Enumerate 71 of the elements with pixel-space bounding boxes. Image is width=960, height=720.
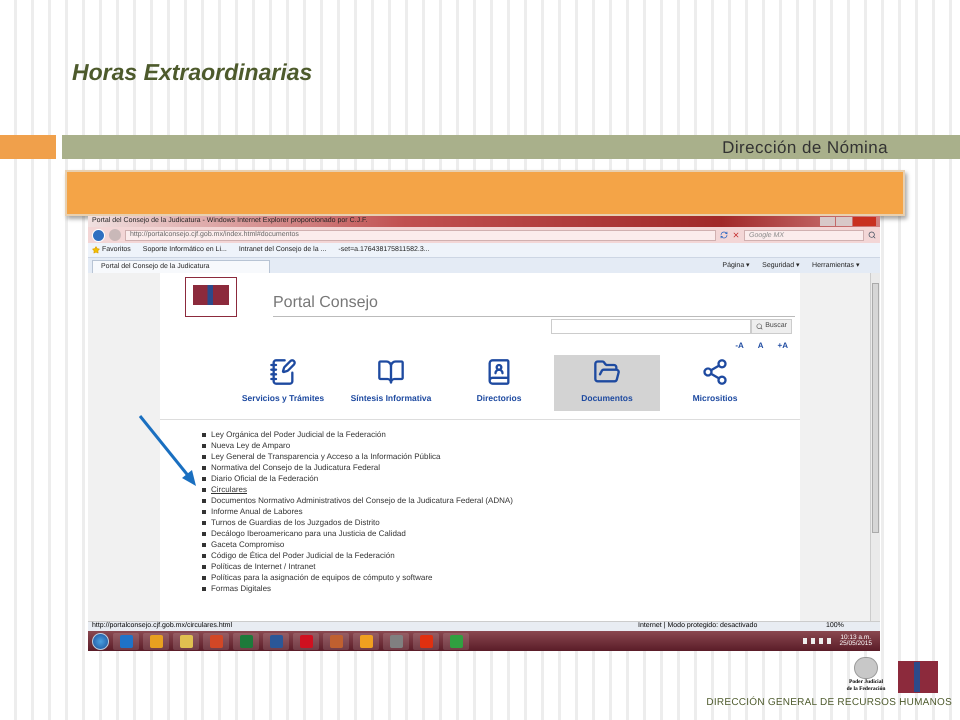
document-item[interactable]: Diario Oficial de la Federación [211, 472, 318, 484]
search-icon[interactable] [868, 231, 876, 239]
nav-icon [377, 358, 405, 386]
bullet-icon [202, 520, 206, 524]
nav-label: Servicios y Trámites [242, 392, 324, 405]
forward-button[interactable] [109, 229, 121, 241]
nav-label: Micrositios [692, 392, 738, 405]
nav-label: Síntesis Informativa [350, 392, 432, 405]
slide-title: Horas Extraordinarias [72, 58, 312, 88]
stop-icon[interactable] [732, 231, 740, 239]
nav-label: Documentos [581, 392, 633, 405]
document-item[interactable]: Código de Ética del Poder Judicial de la Federación [211, 550, 395, 562]
taskbar-app-icon[interactable] [353, 632, 379, 650]
document-item[interactable]: Ley Orgánica del Poder Judicial de la Federación [211, 428, 386, 440]
document-item[interactable]: Normativa del Consejo de la Judicatura Federal [211, 462, 380, 474]
bullet-icon [202, 564, 206, 568]
taskbar-app-icon[interactable] [323, 632, 349, 650]
document-item[interactable]: Documentos Normativo Administrativos del Consejo de la Judicatura Federal (ADNA) [211, 494, 513, 506]
font-size-link[interactable]: A [758, 340, 764, 352]
taskbar-app-icon[interactable] [173, 632, 199, 650]
nav-icon [701, 358, 729, 386]
slide-subtitle: Dirección de Nómina [722, 138, 888, 156]
document-item[interactable]: Turnos de Guardias de los Juzgados de Distrito [211, 516, 380, 528]
taskbar-app-icon[interactable] [143, 632, 169, 650]
site-title: Portal Consejo [273, 294, 378, 311]
search-icon [756, 323, 764, 330]
scrollbar[interactable] [870, 273, 880, 621]
font-size-link[interactable]: +A [778, 340, 788, 352]
logo-mark [193, 285, 229, 305]
bullet-icon [202, 454, 206, 458]
document-item[interactable]: Políticas de Internet / Intranet [211, 560, 316, 572]
council-logo [898, 660, 938, 693]
nav-tile[interactable]: Síntesis Informativa [338, 355, 444, 411]
bullet-icon [202, 576, 206, 580]
accent-block [0, 135, 56, 159]
bullet-icon [202, 432, 206, 436]
document-link[interactable]: Circulares [211, 484, 248, 496]
document-item[interactable]: Nueva Ley de Amparo [211, 440, 290, 452]
footer-text: DIRECCIÓN GENERAL DE RECURSOS HUMANOS [706, 695, 952, 710]
document-item[interactable]: Decálogo Iberoamericano para una Justicia de Calidad [211, 528, 406, 540]
bullet-icon [202, 510, 206, 514]
site-search-field[interactable] [551, 319, 752, 334]
document-item[interactable]: Formas Digitales [211, 582, 272, 594]
window-controls-icon[interactable] [820, 217, 876, 226]
bullet-icon [202, 488, 206, 492]
back-button[interactable] [92, 228, 105, 242]
nav-tile[interactable]: Micrositios [662, 355, 768, 411]
nav-label: Directorios [476, 392, 522, 405]
document-item[interactable]: Gaceta Compromiso [211, 538, 284, 550]
nav-tile[interactable]: Servicios y Trámites [230, 355, 336, 411]
font-size-link[interactable]: -A [735, 340, 744, 352]
bullet-icon [202, 498, 206, 502]
star-icon [92, 246, 100, 254]
bullet-icon [202, 466, 206, 470]
document-item[interactable]: Ley General de Transparencia y Acceso a la Información Pública [211, 450, 440, 462]
nav-tile[interactable]: Documentos [554, 355, 660, 411]
bullet-icon [202, 444, 206, 448]
nav-tile[interactable]: Directorios [446, 355, 552, 411]
bullet-icon [202, 532, 206, 536]
start-button[interactable] [92, 632, 109, 650]
bullet-icon [202, 554, 206, 558]
document-item[interactable]: Informe Anual de Labores [211, 506, 303, 518]
nav-icon [269, 358, 297, 386]
refresh-icon[interactable] [720, 231, 728, 239]
bullet-icon [202, 586, 206, 590]
bullet-icon [202, 476, 206, 480]
document-item[interactable]: Políticas para la asignación de equipos de cómputo y software [211, 572, 432, 584]
taskbar-app-icon[interactable] [443, 632, 469, 650]
bullet-icon [202, 542, 206, 546]
taskbar-app-icon[interactable] [383, 632, 409, 650]
seal-emblem [854, 657, 878, 679]
